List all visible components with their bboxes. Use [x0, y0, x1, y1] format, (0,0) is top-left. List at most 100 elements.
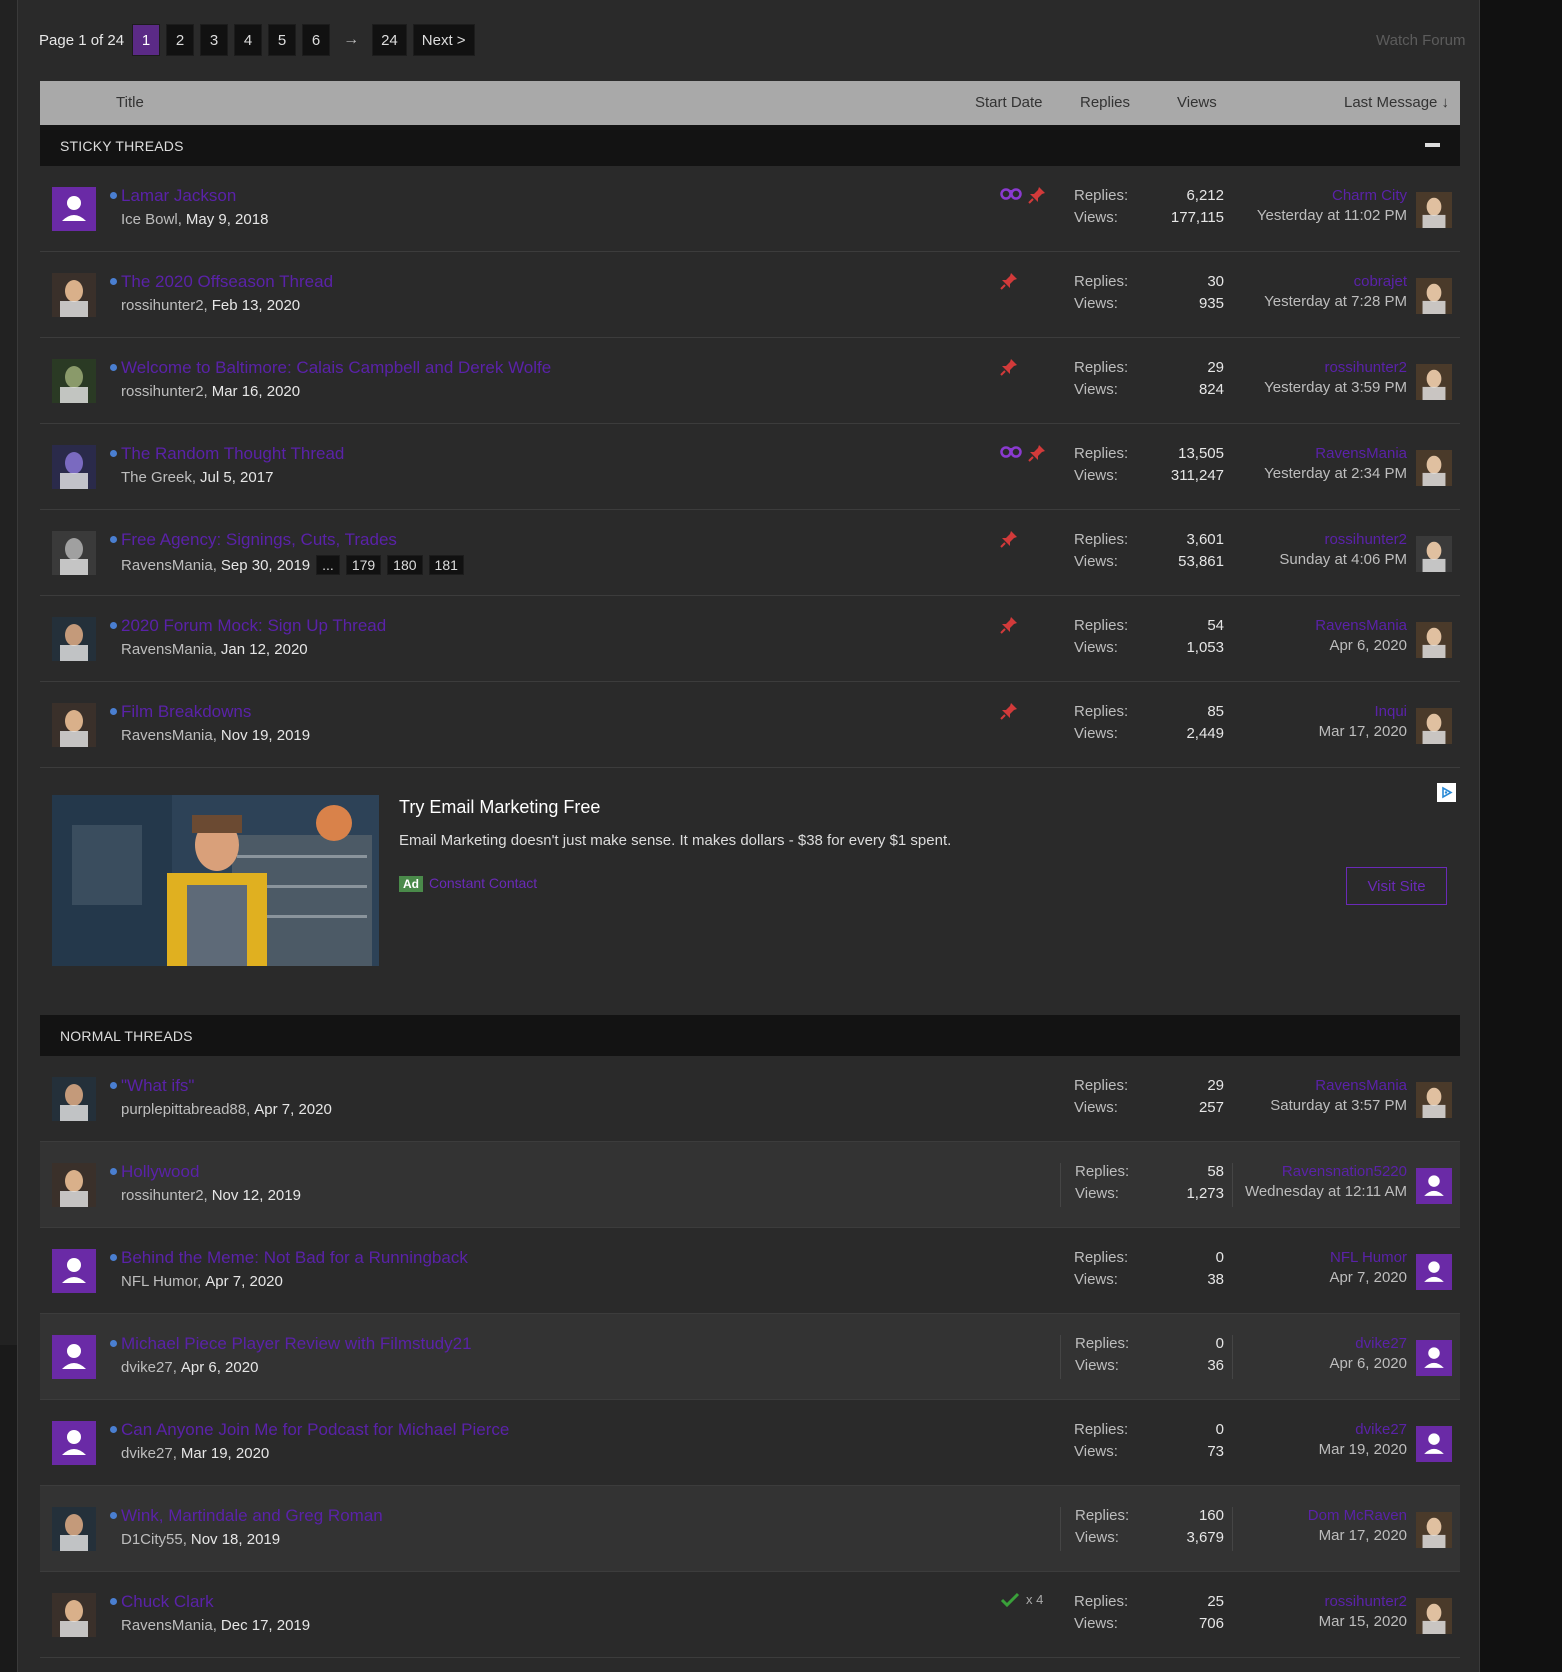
author-avatar[interactable] — [52, 187, 96, 231]
last-post-time[interactable]: Yesterday at 2:34 PM — [1232, 465, 1407, 482]
page-1-button[interactable]: 1 — [132, 24, 161, 56]
last-post-time[interactable]: Apr 7, 2020 — [1232, 1269, 1407, 1286]
thread-title-link[interactable]: Film Breakdowns — [121, 702, 251, 722]
thread-title-link[interactable]: Chuck Clark — [121, 1592, 214, 1612]
last-poster-avatar[interactable] — [1416, 622, 1452, 658]
thread-author-link[interactable]: dvike27, — [121, 1359, 177, 1376]
last-post-time[interactable]: Apr 6, 2020 — [1233, 1355, 1407, 1372]
thread-title-link[interactable]: Hollywood — [121, 1162, 199, 1182]
page-last-button[interactable]: 24 — [372, 24, 407, 56]
last-post-time[interactable]: Yesterday at 11:02 PM — [1232, 207, 1407, 224]
page-6-button[interactable]: 6 — [302, 24, 331, 56]
last-poster-avatar[interactable] — [1416, 1254, 1452, 1290]
next-page-button[interactable]: Next > — [412, 24, 475, 56]
last-poster-link[interactable]: dvike27 — [1233, 1335, 1407, 1352]
thread-page-link[interactable]: 180 — [387, 555, 423, 575]
last-poster-link[interactable]: dvike27 — [1232, 1421, 1407, 1438]
thread-author-link[interactable]: dvike27, — [121, 1445, 177, 1462]
last-post-time[interactable]: Mar 15, 2020 — [1232, 1613, 1407, 1630]
last-post-time[interactable]: Mar 17, 2020 — [1233, 1527, 1407, 1544]
last-poster-avatar[interactable] — [1416, 1598, 1452, 1634]
thread-page-link[interactable]: 179 — [345, 555, 382, 575]
ad-brand-link[interactable]: Constant Contact — [429, 875, 537, 891]
thread-author-link[interactable]: rossihunter2, — [121, 383, 208, 400]
thread-author-link[interactable]: RavensMania, — [121, 557, 217, 574]
last-post-time[interactable]: Wednesday at 12:11 AM — [1233, 1183, 1407, 1200]
author-avatar[interactable] — [52, 617, 96, 661]
thread-title-link[interactable]: Welcome to Baltimore: Calais Campbell an… — [121, 358, 551, 378]
thread-title-link[interactable]: Free Agency: Signings, Cuts, Trades — [121, 530, 397, 550]
thread-page-link[interactable]: 181 — [428, 555, 464, 575]
last-poster-avatar[interactable] — [1416, 192, 1452, 228]
thread-page-link[interactable]: ... — [316, 555, 340, 575]
thread-title-link[interactable]: Michael Piece Player Review with Filmstu… — [121, 1334, 472, 1354]
thread-author-link[interactable]: purplepittabread88, — [121, 1101, 250, 1118]
thread-author-link[interactable]: The Greek, — [121, 469, 196, 486]
page-3-button[interactable]: 3 — [200, 24, 229, 56]
last-poster-link[interactable]: rossihunter2 — [1232, 1593, 1407, 1610]
last-poster-avatar[interactable] — [1416, 708, 1452, 744]
column-replies[interactable]: Replies — [1080, 94, 1130, 111]
thread-title-link[interactable]: 2020 Forum Mock: Sign Up Thread — [121, 616, 386, 636]
thread-author-link[interactable]: rossihunter2, — [121, 1187, 208, 1204]
page-5-button[interactable]: 5 — [268, 24, 297, 56]
last-post-time[interactable]: Sunday at 4:06 PM — [1232, 551, 1407, 568]
author-avatar[interactable] — [52, 1593, 96, 1637]
thread-title-link[interactable]: "What ifs" — [121, 1076, 194, 1096]
author-avatar[interactable] — [52, 359, 96, 403]
ad-title[interactable]: Try Email Marketing Free — [399, 797, 600, 818]
thread-author-link[interactable]: rossihunter2, — [121, 297, 208, 314]
last-poster-link[interactable]: rossihunter2 — [1232, 531, 1407, 548]
thread-author-link[interactable]: RavensMania, — [121, 641, 217, 658]
column-views[interactable]: Views — [1177, 94, 1217, 111]
thread-author-link[interactable]: NFL Humor, — [121, 1273, 201, 1290]
last-poster-link[interactable]: RavensMania — [1232, 1077, 1407, 1094]
author-avatar[interactable] — [52, 531, 96, 575]
last-poster-link[interactable]: Charm City — [1232, 187, 1407, 204]
author-avatar[interactable] — [52, 1163, 96, 1207]
thread-title-link[interactable]: Can Anyone Join Me for Podcast for Micha… — [121, 1420, 509, 1440]
column-last-message[interactable]: Last Message ↓ — [1344, 94, 1449, 111]
collapse-icon[interactable] — [1425, 143, 1440, 147]
thread-title-link[interactable]: The Random Thought Thread — [121, 444, 344, 464]
thread-title-link[interactable]: Lamar Jackson — [121, 186, 236, 206]
column-title[interactable]: Title — [116, 94, 144, 111]
last-poster-avatar[interactable] — [1416, 536, 1452, 572]
watch-forum-link[interactable]: Watch Forum — [1376, 32, 1465, 49]
last-post-time[interactable]: Yesterday at 3:59 PM — [1232, 379, 1407, 396]
author-avatar[interactable] — [52, 273, 96, 317]
author-avatar[interactable] — [52, 1077, 96, 1121]
last-post-time[interactable]: Saturday at 3:57 PM — [1232, 1097, 1407, 1114]
author-avatar[interactable] — [52, 445, 96, 489]
author-avatar[interactable] — [52, 1421, 96, 1465]
last-post-time[interactable]: Yesterday at 7:28 PM — [1232, 293, 1407, 310]
thread-author-link[interactable]: D1City55, — [121, 1531, 187, 1548]
last-poster-avatar[interactable] — [1416, 1340, 1452, 1376]
last-poster-avatar[interactable] — [1416, 364, 1452, 400]
thread-author-link[interactable]: Ice Bowl, — [121, 211, 182, 228]
page-2-button[interactable]: 2 — [166, 24, 195, 56]
visit-site-button[interactable]: Visit Site — [1346, 867, 1447, 905]
last-poster-avatar[interactable] — [1416, 1426, 1452, 1462]
thread-author-link[interactable]: RavensMania, — [121, 727, 217, 744]
ad-image[interactable] — [52, 795, 379, 966]
last-post-time[interactable]: Apr 6, 2020 — [1232, 637, 1407, 654]
last-post-time[interactable]: Mar 19, 2020 — [1232, 1441, 1407, 1458]
author-avatar[interactable] — [52, 703, 96, 747]
thread-author-link[interactable]: RavensMania, — [121, 1617, 217, 1634]
thread-title-link[interactable]: Behind the Meme: Not Bad for a Runningba… — [121, 1248, 468, 1268]
last-poster-link[interactable]: cobrajet — [1232, 273, 1407, 290]
thread-title-link[interactable]: Wink, Martindale and Greg Roman — [121, 1506, 383, 1526]
author-avatar[interactable] — [52, 1335, 96, 1379]
last-poster-link[interactable]: Ravensnation5220 — [1233, 1163, 1407, 1180]
last-poster-avatar[interactable] — [1416, 278, 1452, 314]
author-avatar[interactable] — [52, 1249, 96, 1293]
page-4-button[interactable]: 4 — [234, 24, 263, 56]
last-poster-link[interactable]: Inqui — [1232, 703, 1407, 720]
last-poster-link[interactable]: rossihunter2 — [1232, 359, 1407, 376]
thread-title-link[interactable]: The 2020 Offseason Thread — [121, 272, 333, 292]
last-poster-avatar[interactable] — [1416, 1512, 1452, 1548]
last-poster-avatar[interactable] — [1416, 1168, 1452, 1204]
last-poster-link[interactable]: NFL Humor — [1232, 1249, 1407, 1266]
last-poster-avatar[interactable] — [1416, 1082, 1452, 1118]
